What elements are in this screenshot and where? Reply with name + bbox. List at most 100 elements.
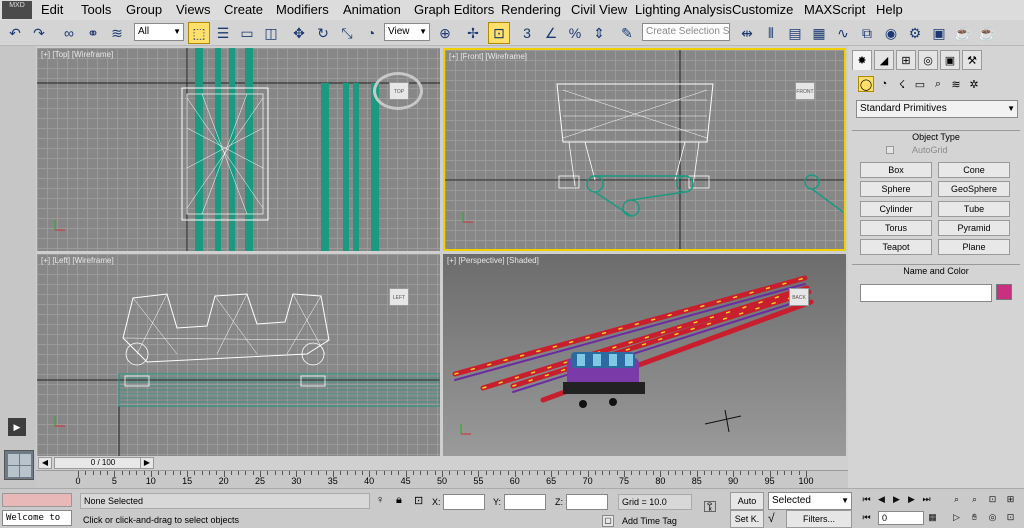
maxscript-mini-listener[interactable] (2, 493, 72, 507)
add-time-tag[interactable]: Add Time Tag (622, 516, 677, 526)
menu-group[interactable]: Group (126, 2, 162, 17)
torus-button[interactable]: Torus (860, 220, 932, 236)
space-warps-icon[interactable]: ≋ (948, 76, 964, 92)
viewcube-perspective[interactable]: BACK (789, 288, 809, 306)
systems-icon[interactable]: ✲ (966, 76, 982, 92)
render-iterative-icon[interactable]: ☕ (976, 22, 998, 44)
menu-edit[interactable]: Edit (41, 2, 63, 17)
schematic-view-icon[interactable]: ⧉ (856, 22, 878, 44)
maxscript-listener-field[interactable]: Welcome to (2, 510, 72, 526)
shapes-icon[interactable]: ◔ (876, 76, 892, 92)
keyboard-shortcut-override-icon[interactable]: ⊡ (488, 22, 510, 44)
absolute-mode-icon[interactable]: ⊡ (414, 494, 426, 508)
teapot-button[interactable]: Teapot (860, 239, 932, 255)
menu-animation[interactable]: Animation (343, 2, 401, 17)
scale-icon[interactable]: ⤡ (336, 22, 358, 44)
pyramid-button[interactable]: Pyramid (938, 220, 1010, 236)
zoom-icon[interactable]: ⌕ (950, 493, 963, 506)
zoom-extents-all-icon[interactable]: ⊞ (1004, 493, 1017, 506)
field-of-view-icon[interactable]: ▷ (950, 511, 963, 524)
named-selection-sets-input[interactable]: Create Selection Se (642, 23, 730, 41)
time-next-arrow-icon[interactable]: ▶ (140, 457, 154, 469)
window-crossing-icon[interactable]: ◫ (260, 22, 282, 44)
selection-filter-dropdown[interactable]: All ▼ (134, 23, 184, 41)
zoom-all-icon[interactable]: ⌕ (968, 493, 981, 506)
menu-tools[interactable]: Tools (81, 2, 111, 17)
plane-button[interactable]: Plane (938, 239, 1010, 255)
percent-snap-icon[interactable]: % (564, 22, 586, 44)
move-icon[interactable]: ✥ (288, 22, 310, 44)
menu-rendering[interactable]: Rendering (501, 2, 561, 17)
time-slider-thumb[interactable]: 0 / 100 (54, 457, 152, 469)
app-logo[interactable]: MXD (2, 1, 32, 19)
rendered-frame-window-icon[interactable]: ▣ (928, 22, 950, 44)
play-icon[interactable]: ▶ (890, 493, 903, 506)
object-color-swatch[interactable] (996, 284, 1012, 300)
menu-graph-editors[interactable]: Graph Editors (414, 2, 494, 17)
orbit-icon[interactable]: ◎ (986, 511, 999, 524)
edit-named-selection-icon[interactable]: ✎ (616, 22, 638, 44)
sphere-button[interactable]: Sphere (860, 181, 932, 197)
select-object-icon[interactable]: ⬚ (188, 22, 210, 44)
zoom-extents-icon[interactable]: ⊡ (986, 493, 999, 506)
utilities-tab-icon[interactable]: ⚒ (962, 50, 982, 70)
cameras-icon[interactable]: ▭ (912, 76, 928, 92)
cylinder-button[interactable]: Cylinder (860, 201, 932, 217)
expand-arrow-icon[interactable]: ▶ (8, 418, 26, 436)
menu-customize[interactable]: Customize (732, 2, 793, 17)
rotate-icon[interactable]: ↻ (312, 22, 334, 44)
lock-selection-icon[interactable]: 🔒︎ (396, 494, 408, 508)
angle-snap-icon[interactable]: ∠ (540, 22, 562, 44)
time-slider-track[interactable]: ◀ 0 / 100 ▶ (36, 456, 848, 470)
menu-modifiers[interactable]: Modifiers (276, 2, 329, 17)
undo-icon[interactable]: ↶ (4, 22, 26, 44)
set-key-button[interactable]: Set K. (730, 510, 764, 528)
menu-lighting-analysis[interactable]: Lighting Analysis (635, 2, 732, 17)
mirror-icon[interactable]: ⇹ (736, 22, 758, 44)
modify-tab-icon[interactable]: ◢ (874, 50, 894, 70)
timeline-ruler[interactable]: 0 5 10 15 20 25 30 35 40 45 50 55 60 65 70 75 80 85 90 95 10… (36, 470, 848, 488)
menu-views[interactable]: Views (176, 2, 210, 17)
key-mode-toggle-icon[interactable]: ⏮ (860, 511, 873, 524)
select-link-icon[interactable]: ∞ (58, 22, 80, 44)
key-filter-dropdown[interactable]: Selected ▼ (768, 492, 852, 510)
display-tab-icon[interactable]: ▣ (940, 50, 960, 70)
time-tag-icon[interactable]: ▢ (602, 515, 614, 527)
cone-button[interactable]: Cone (938, 162, 1010, 178)
viewcube-front[interactable]: FRONT (795, 82, 815, 100)
render-production-icon[interactable]: ☕ (952, 22, 974, 44)
pivot-center-icon[interactable]: ⊕ (434, 22, 456, 44)
menu-create[interactable]: Create (224, 2, 263, 17)
viewport-top[interactable]: [+] [Top] [Wireframe] TOP (37, 48, 440, 251)
rectangular-selection-icon[interactable]: ▭ (236, 22, 258, 44)
auto-key-button[interactable]: Auto (730, 492, 764, 510)
select-manipulate-icon[interactable]: ✢ (462, 22, 484, 44)
go-to-start-icon[interactable]: ⏮ (860, 493, 873, 506)
viewport-layout-icon[interactable] (4, 450, 34, 480)
go-to-end-icon[interactable]: ⏭ (920, 493, 933, 506)
next-frame-icon[interactable]: ▶ (905, 493, 918, 506)
place-icon[interactable]: ◔ (360, 22, 382, 44)
menu-civil-view[interactable]: Civil View (571, 2, 627, 17)
select-by-name-icon[interactable]: ☰ (212, 22, 234, 44)
x-coordinate-input[interactable] (443, 494, 485, 510)
geometry-icon[interactable]: ◯ (858, 76, 874, 92)
z-coordinate-input[interactable] (566, 494, 608, 510)
reference-coordinate-dropdown[interactable]: View ▼ (384, 23, 430, 41)
hierarchy-tab-icon[interactable]: ⊞ (896, 50, 916, 70)
menu-maxscript[interactable]: MAXScript (804, 2, 865, 17)
name-color-rollout-title[interactable]: Name and Color (852, 264, 1020, 278)
tube-button[interactable]: Tube (938, 201, 1010, 217)
viewcube-compass-ring[interactable] (373, 72, 423, 110)
snaps-toggle-icon[interactable]: 3 (516, 22, 538, 44)
current-frame-input[interactable]: 0 (878, 511, 924, 525)
key-filters-button[interactable]: Filters... (786, 510, 852, 528)
viewport-left[interactable]: [+] [Left] [Wireframe] LEFT (37, 254, 440, 456)
y-coordinate-input[interactable] (504, 494, 546, 510)
isolate-icon[interactable]: ♀ (376, 494, 388, 508)
align-icon[interactable]: ⫴ (760, 22, 782, 44)
maximize-viewport-icon[interactable]: ⊡ (1004, 511, 1017, 524)
curve-editor-icon[interactable]: ∿ (832, 22, 854, 44)
motion-tab-icon[interactable]: ◎ (918, 50, 938, 70)
unlink-icon[interactable]: ⚭ (82, 22, 104, 44)
